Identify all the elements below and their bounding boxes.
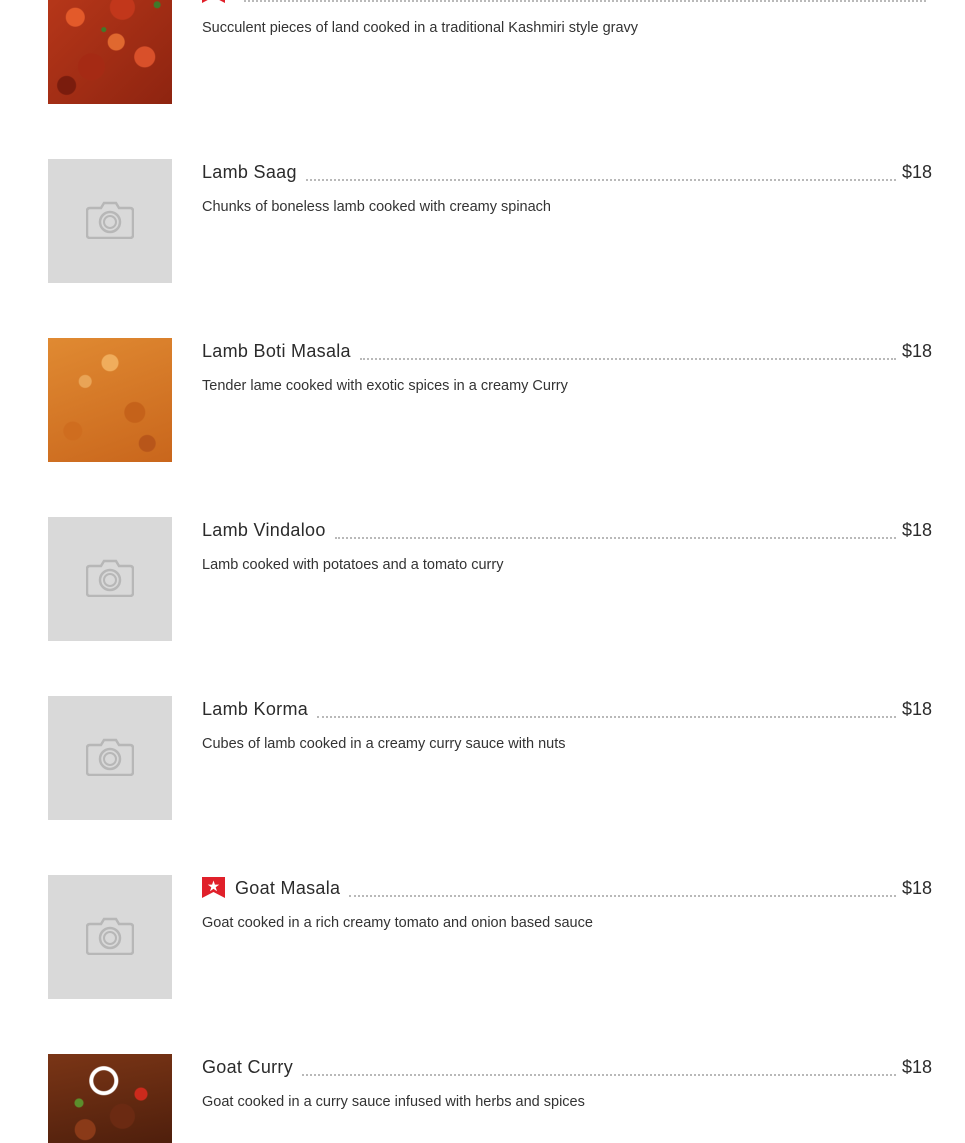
menu-item-info: Lamb Boti Masala $18 Tender lame cooked … <box>202 338 932 396</box>
dish-photo[interactable] <box>48 1054 172 1143</box>
menu-item-description: Chunks of boneless lamb cooked with crea… <box>202 199 551 215</box>
menu-item[interactable]: Succulent pieces of land cooked in a tra… <box>48 0 932 104</box>
menu-item-info: Goat Curry $18 Goat cooked in a curry sa… <box>202 1054 932 1112</box>
dotted-leader <box>244 0 926 2</box>
menu-item-name: Lamb Boti Masala <box>202 341 351 361</box>
menu-item-title-row: Lamb Korma $18 <box>202 696 932 724</box>
dish-photo-placeholder[interactable] <box>48 159 172 283</box>
menu-item-description: Cubes of lamb cooked in a creamy curry s… <box>202 736 566 752</box>
camera-placeholder-icon <box>86 559 134 597</box>
menu-item-description: Goat cooked in a curry sauce infused wit… <box>202 1094 585 1110</box>
menu-item-description: Goat cooked in a rich creamy tomato and … <box>202 915 593 931</box>
menu-item-info: Goat Masala $18 Goat cooked in a rich cr… <box>202 875 932 933</box>
featured-star-icon <box>202 0 225 3</box>
camera-placeholder-icon <box>86 201 134 239</box>
dish-photo-placeholder[interactable] <box>48 696 172 820</box>
menu-item-name: Goat Masala <box>235 878 341 898</box>
menu-item-name: Goat Curry <box>202 1057 294 1077</box>
menu-item-title-row: Goat Masala $18 <box>202 875 932 903</box>
menu-item-price: $18 <box>901 162 932 182</box>
menu-item-name: Lamb Saag <box>202 162 297 182</box>
menu-item-name: Lamb Korma <box>202 699 309 719</box>
dotted-leader <box>305 159 896 181</box>
menu-item-title-row <box>202 0 932 8</box>
dotted-leader <box>334 517 896 539</box>
menu-item-description: Lamb cooked with potatoes and a tomato c… <box>202 557 504 573</box>
menu-item-info: Lamb Vindaloo $18 Lamb cooked with potat… <box>202 517 932 575</box>
menu-item[interactable]: Lamb Vindaloo $18 Lamb cooked with potat… <box>48 517 932 641</box>
menu-item[interactable]: Lamb Boti Masala $18 Tender lame cooked … <box>48 338 932 462</box>
camera-placeholder-icon <box>86 738 134 776</box>
dotted-leader <box>317 696 896 718</box>
menu-item-price: $18 <box>901 699 932 719</box>
dotted-leader <box>302 1054 896 1076</box>
menu-item-price: $18 <box>901 878 932 898</box>
dish-photo[interactable] <box>48 338 172 462</box>
dotted-leader <box>359 338 896 360</box>
menu-item-title-row: Lamb Vindaloo $18 <box>202 517 932 545</box>
dotted-leader <box>349 875 896 897</box>
featured-star-icon <box>202 877 225 898</box>
menu-item[interactable]: Goat Masala $18 Goat cooked in a rich cr… <box>48 875 932 999</box>
camera-placeholder-icon <box>86 917 134 955</box>
menu-item-description: Succulent pieces of land cooked in a tra… <box>202 20 639 36</box>
menu-item[interactable]: Goat Curry $18 Goat cooked in a curry sa… <box>48 1054 932 1143</box>
menu-item-price: $18 <box>901 341 932 361</box>
menu-item-name: Lamb Vindaloo <box>202 520 326 540</box>
menu-item-price: $18 <box>901 1057 932 1077</box>
menu-item-info: Lamb Korma $18 Cubes of lamb cooked in a… <box>202 696 932 754</box>
menu-item[interactable]: Lamb Korma $18 Cubes of lamb cooked in a… <box>48 696 932 820</box>
dish-photo-placeholder[interactable] <box>48 875 172 999</box>
menu-item[interactable]: Lamb Saag $18 Chunks of boneless lamb co… <box>48 159 932 283</box>
menu-item-info: Succulent pieces of land cooked in a tra… <box>202 0 932 38</box>
dish-photo[interactable] <box>48 0 172 104</box>
menu-item-price: $18 <box>901 520 932 540</box>
menu-item-title-row: Goat Curry $18 <box>202 1054 932 1082</box>
dish-photo-placeholder[interactable] <box>48 517 172 641</box>
menu-item-title-row: Lamb Boti Masala $18 <box>202 338 932 366</box>
menu-item-description: Tender lame cooked with exotic spices in… <box>202 378 568 394</box>
menu-item-info: Lamb Saag $18 Chunks of boneless lamb co… <box>202 159 932 217</box>
menu-item-title-row: Lamb Saag $18 <box>202 159 932 187</box>
